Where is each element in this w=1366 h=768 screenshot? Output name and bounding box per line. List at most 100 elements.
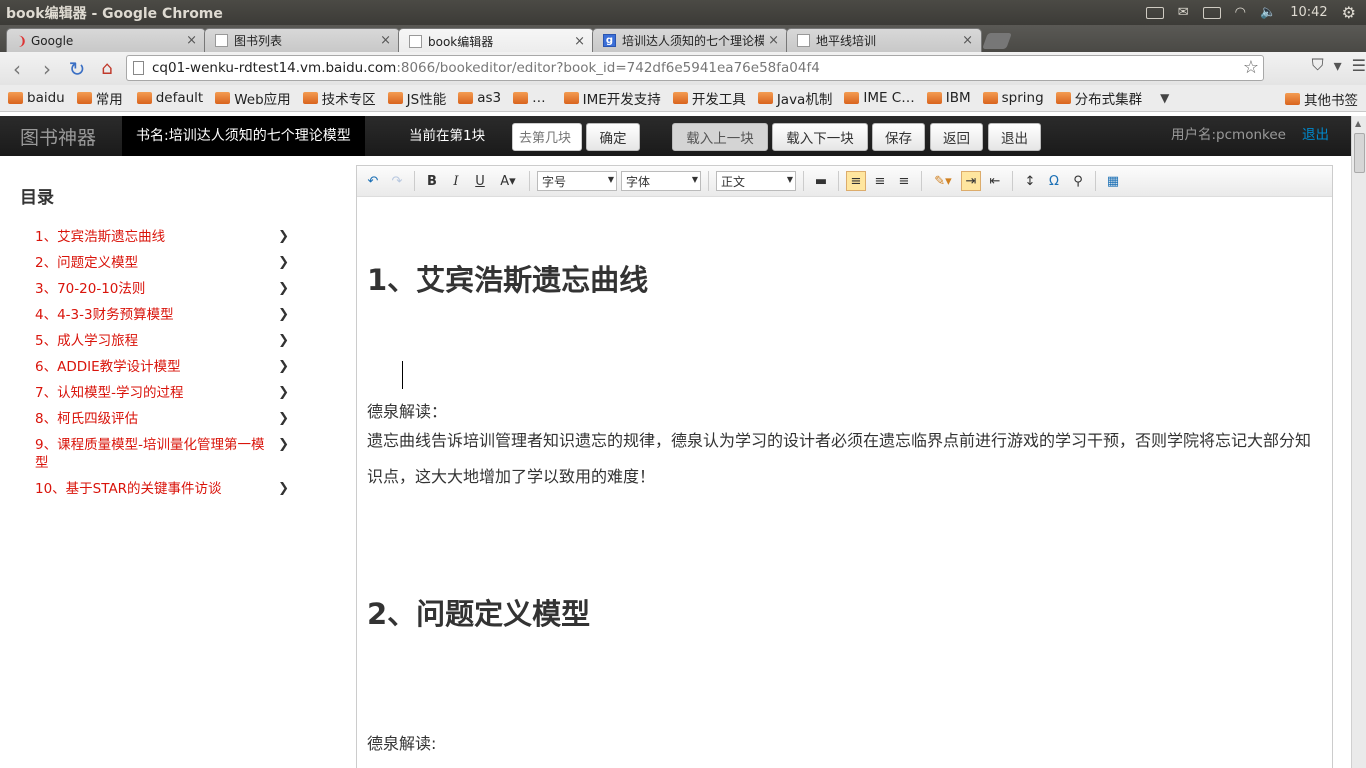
editor-content[interactable]: 1、艾宾浩斯遗忘曲线 德泉解读： 遗忘曲线告诉培训管理者知识遗忘的规律，德泉认为…	[357, 257, 1332, 755]
bookmark-folder[interactable]: Java机制	[757, 88, 832, 108]
window-title: book编辑器 - Google Chrome	[6, 5, 223, 22]
folder-icon	[563, 92, 579, 104]
folder-icon	[8, 92, 23, 104]
image-icon[interactable]: ▬	[811, 171, 831, 191]
block-number-input[interactable]	[512, 123, 582, 151]
font-size-select[interactable]: 字号 ▼	[537, 171, 617, 191]
toc-item[interactable]: 10、基于STAR的关键事件访谈 ❯	[35, 480, 295, 498]
close-icon[interactable]: ×	[574, 34, 585, 49]
tab-google[interactable]: ❩ Google ×	[6, 28, 206, 52]
keyboard-icon[interactable]	[1145, 6, 1164, 19]
bookmarks-overflow-icon[interactable]: ▼	[1160, 91, 1169, 105]
bookmark-folder[interactable]: …	[513, 90, 546, 106]
bookmark-folder[interactable]: Web应用	[215, 88, 291, 108]
volume-icon[interactable]: 🔈	[1260, 5, 1276, 20]
align-right-icon[interactable]: ≡	[894, 171, 914, 191]
battery-icon[interactable]	[1202, 6, 1221, 19]
font-color-icon[interactable]: A▾	[494, 171, 522, 191]
bookmark-folder[interactable]: 技术专区	[302, 88, 376, 108]
home-icon[interactable]: ⌂	[94, 56, 120, 82]
close-icon[interactable]: ×	[380, 33, 391, 48]
undo-icon[interactable]: ↶	[363, 171, 383, 191]
toc-item[interactable]: 6、ADDIE教学设计模型 ❯	[35, 358, 295, 376]
page-scrollbar[interactable]: ▲	[1351, 116, 1366, 768]
italic-icon[interactable]: I	[446, 171, 466, 191]
bookmark-folder[interactable]: baidu	[8, 90, 65, 106]
gear-icon[interactable]: ⚙	[1342, 3, 1356, 22]
brand-title[interactable]: 图书神器	[20, 123, 130, 150]
font-family-select[interactable]: 字体 ▼	[621, 171, 701, 191]
load-next-block-button[interactable]: 载入下一块	[772, 123, 868, 151]
magic-wand-icon[interactable]: ✎▾	[929, 171, 957, 191]
toolbar-separator	[414, 171, 415, 191]
underline-icon[interactable]: U	[470, 171, 490, 191]
align-left-icon[interactable]: ≡	[846, 171, 866, 191]
special-char-icon[interactable]: Ω	[1044, 171, 1064, 191]
wifi-icon[interactable]: ◠	[1235, 5, 1246, 20]
toc-item[interactable]: 9、课程质量模型-培训量化管理第一模型 ❯	[35, 436, 295, 472]
address-bar[interactable]: cq01-wenku-rdtest14.vm.baidu.com :8066/b…	[126, 55, 1264, 81]
toc-title: 目录	[20, 188, 54, 208]
paragraph-format-select[interactable]: 正文 ▼	[716, 171, 796, 191]
clock[interactable]: 10:42	[1290, 5, 1327, 20]
bookmark-folder[interactable]: 分布式集群	[1055, 88, 1142, 108]
back-arrow-icon[interactable]: ‹	[4, 56, 30, 82]
confirm-button[interactable]: 确定	[586, 123, 640, 151]
search-replace-icon[interactable]: ⚲	[1068, 171, 1088, 191]
save-button[interactable]: 保存	[872, 123, 925, 151]
toc-item[interactable]: 2、问题定义模型 ❯	[35, 254, 295, 272]
bookmark-folder[interactable]: 常用	[76, 88, 123, 108]
toc-item[interactable]: 4、4-3-3财务预算模型 ❯	[35, 306, 295, 324]
scrollbar-thumb[interactable]	[1354, 133, 1365, 173]
tab-horizon-training[interactable]: 地平线培训 ×	[786, 28, 982, 52]
bookmark-folder[interactable]: 开发工具	[672, 88, 746, 108]
bookmark-other[interactable]: 其他书签	[1285, 89, 1358, 109]
toc-item[interactable]: 3、70-20-10法则 ❯	[35, 280, 295, 298]
tab-book-editor[interactable]: book编辑器 ×	[398, 28, 594, 53]
tab-strip: ❩ Google × 图书列表 × book编辑器 × g 培训达人须知的七个理…	[0, 25, 1366, 53]
tab-label: 图书列表	[234, 34, 283, 48]
bookmark-folder[interactable]: default	[136, 90, 203, 106]
bookmark-folder[interactable]: IBM	[926, 90, 971, 106]
bold-icon[interactable]: B	[422, 171, 442, 191]
table-icon[interactable]: ▦	[1103, 171, 1123, 191]
star-icon[interactable]: ☆	[1243, 57, 1259, 78]
close-icon[interactable]: ×	[962, 33, 973, 48]
align-center-icon[interactable]: ≡	[870, 171, 890, 191]
bookmark-folder[interactable]: IME开发支持	[563, 88, 661, 108]
reload-icon[interactable]: ↻	[64, 56, 90, 82]
bookmark-folder[interactable]: spring	[982, 90, 1044, 106]
toc-item[interactable]: 7、认知模型-学习的过程 ❯	[35, 384, 295, 402]
toc-item[interactable]: 8、柯氏四级评估 ❯	[35, 410, 295, 428]
folder-icon	[215, 92, 231, 104]
line-spacing-icon[interactable]: ↕	[1020, 171, 1040, 191]
outdent-icon[interactable]: ⇤	[985, 171, 1005, 191]
tab-seven-models[interactable]: g 培训达人须知的七个理论模 ×	[592, 28, 788, 52]
load-prev-block-button[interactable]: 载入上一块	[672, 123, 768, 151]
toc-item[interactable]: 1、艾宾浩斯遗忘曲线 ❯	[35, 228, 295, 246]
close-icon[interactable]: ×	[768, 33, 779, 48]
book-name: 书名:培训达人须知的七个理论模型	[122, 116, 365, 156]
bookmark-folder[interactable]: JS性能	[387, 88, 446, 108]
chevron-right-icon: ❯	[278, 411, 289, 426]
exit-button[interactable]: 退出	[988, 123, 1041, 151]
mail-icon[interactable]: ✉	[1178, 5, 1189, 20]
folder-icon	[76, 92, 92, 104]
bookmark-folder[interactable]: IME C…	[844, 90, 915, 106]
chevron-down-icon[interactable]: ▾	[1334, 56, 1342, 75]
scroll-up-icon[interactable]: ▲	[1355, 119, 1361, 128]
bookmark-folder[interactable]: as3	[458, 90, 501, 106]
close-icon[interactable]: ×	[186, 33, 197, 48]
editor-toolbar: ↶ ↷ B I U A▾ 字号 ▼ 字体 ▼ 正文 ▼ ▬ ≡ ≡ ≡ ✎▾ ⇥ ⇤ …	[357, 166, 1332, 197]
logout-link[interactable]: 退出	[1302, 116, 1329, 154]
indent-icon[interactable]: ⇥	[961, 171, 981, 191]
tab-book-list[interactable]: 图书列表 ×	[204, 28, 400, 52]
extension-shield-icon[interactable]: ⛉	[1312, 55, 1324, 75]
interpretation-label: 德泉解读:	[367, 734, 437, 753]
back-button[interactable]: 返回	[930, 123, 983, 151]
menu-icon[interactable]: ☰	[1352, 56, 1366, 75]
new-tab-button[interactable]	[982, 33, 1012, 49]
forward-arrow-icon[interactable]: ›	[34, 56, 60, 82]
toc-item[interactable]: 5、成人学习旅程 ❯	[35, 332, 295, 350]
redo-icon[interactable]: ↷	[387, 171, 407, 191]
